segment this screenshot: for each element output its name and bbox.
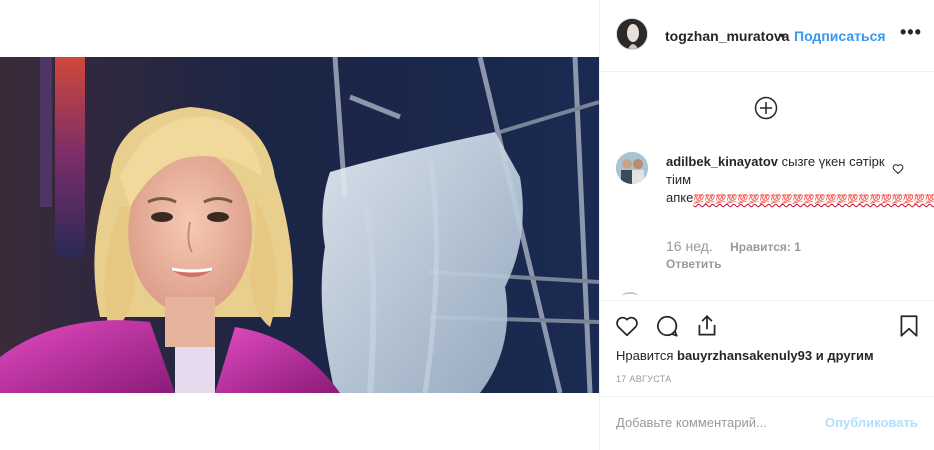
reply-button[interactable]: Ответить: [666, 257, 721, 271]
likes-summary: Нравится bauyrzhansakenuly93 и другим: [616, 348, 874, 363]
bookmark-icon[interactable]: [896, 313, 922, 339]
likes-prefix: Нравится: [616, 348, 674, 363]
comment-text-block: adilbek_kinayatov сызге үкен сәтірк тіим…: [666, 153, 934, 208]
author-avatar[interactable]: [616, 18, 648, 50]
liker-username[interactable]: bauyrzhansakenuly93: [677, 348, 812, 363]
publish-button[interactable]: Опубликовать: [825, 415, 918, 430]
post-photo[interactable]: [0, 57, 599, 393]
next-comment-avatar-peek: [622, 292, 638, 300]
separator-dot: •: [780, 27, 785, 43]
comment-form: Опубликовать: [600, 396, 934, 450]
author-username[interactable]: togzhan_muratova: [665, 28, 789, 44]
comment-icon[interactable]: [654, 313, 680, 339]
comment-age[interactable]: 16 нед.: [666, 238, 713, 254]
post-panel: togzhan_muratova • Подписаться ••• adilb…: [599, 0, 934, 450]
selfie-image: [0, 57, 599, 393]
heart-icon[interactable]: [614, 313, 640, 339]
comment-like-icon[interactable]: [892, 162, 904, 180]
comment-likes[interactable]: Нравится: 1: [730, 240, 801, 254]
follow-button[interactable]: Подписаться: [794, 28, 886, 44]
likes-others-link[interactable]: и другим: [816, 348, 874, 363]
comment-emoji-run: 💯💯💯💯💯💯💯💯💯💯💯💯💯💯💯💯💯💯💯💯💯💯💯: [693, 194, 934, 204]
post-date[interactable]: 17 августа: [616, 374, 672, 384]
post-header: togzhan_muratova • Подписаться •••: [600, 0, 934, 72]
post-actions: Нравится bauyrzhansakenuly93 и другим 17…: [600, 300, 934, 396]
comment-meta: 16 нед. Нравится: 1: [666, 238, 801, 254]
add-circle-icon[interactable]: [754, 96, 778, 120]
more-options-icon[interactable]: •••: [900, 22, 922, 43]
commenter-avatar[interactable]: [616, 152, 648, 184]
comment-input[interactable]: [616, 415, 816, 430]
media-area: [0, 0, 599, 450]
commenter-username[interactable]: adilbek_kinayatov: [666, 154, 778, 169]
share-icon[interactable]: [694, 313, 720, 339]
